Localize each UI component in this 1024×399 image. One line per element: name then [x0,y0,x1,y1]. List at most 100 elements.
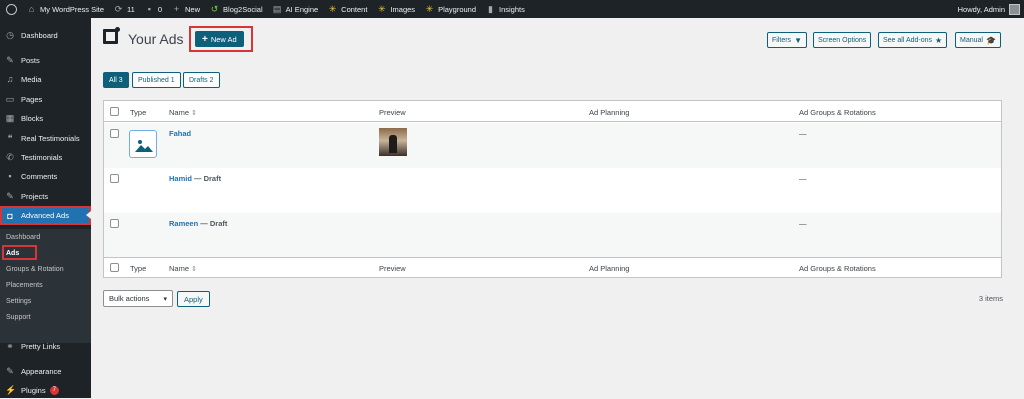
column-preview-footer: Preview [379,264,406,273]
site-name-link[interactable]: ⌂ My WordPress Site [22,0,109,18]
row-checkbox[interactable] [110,174,119,183]
sidebar-item-advanced-ads[interactable]: ◘ Advanced Ads [0,206,91,225]
ads-table: Type Name ⇕ Preview Ad Planning Ad Groups… [103,100,1002,278]
column-ad-planning: Ad Planning [589,108,630,117]
ad-groups-value: — [799,219,807,228]
page-icon: ▭ [5,94,15,104]
sidebar-item-dashboard[interactable]: ◷ Dashboard [0,26,91,44]
brush-icon: ✎ [6,366,14,376]
sidebar-item-pretty-links[interactable]: ⚭ Pretty Links [0,337,91,355]
pin-icon: ✎ [6,191,14,201]
row-checkbox[interactable] [110,129,119,138]
dashboard-icon: ◷ [6,30,14,40]
bar-chart-icon: ▮ [488,3,493,14]
submenu-support[interactable]: Support [6,314,31,321]
column-ad-groups: Ad Groups & Rotations [799,108,876,117]
ad-groups-value: — [799,129,807,138]
sidebar-item-testimonials[interactable]: ✆ Testimonials [0,148,91,166]
new-ad-button[interactable]: + New Ad [195,31,244,47]
media-icon: ♫ [6,74,14,84]
chevron-down-icon: ▾ [163,295,167,303]
plus-icon: + [173,3,180,14]
account-menu[interactable]: Howdy, Admin [953,0,1024,18]
sidebar-item-blocks[interactable]: ▦ Blocks [0,109,91,127]
sort-icon: ⇕ [191,266,197,273]
blog2social-link[interactable]: ↺ Blog2Social [205,0,268,18]
sidebar-item-plugins[interactable]: ⚡ Plugins 7 [0,381,91,399]
ad-preview-image [379,128,407,156]
see-all-addons-button[interactable]: See all Add-ons ★ [878,32,948,48]
column-ad-groups-footer: Ad Groups & Rotations [799,264,876,273]
column-name[interactable]: Name ⇕ [169,108,197,117]
filters-button[interactable]: Filters ▼ [767,32,807,48]
playground-link[interactable]: ✳ Playground [420,0,481,18]
plugin-icon: ⚡ [5,385,17,395]
comments-link[interactable]: ▪ 0 [140,0,167,18]
pin-icon: ✎ [6,55,14,65]
ad-name-link[interactable]: Rameen — Draft [169,219,227,228]
main-content: Your Ads + New Ad Filters ▼ Screen Options… [91,18,1024,398]
plus-icon: + [202,33,208,45]
sidebar-item-appearance[interactable]: ✎ Appearance [0,362,91,380]
column-type: Type [130,108,147,117]
filter-drafts[interactable]: Drafts 2 [183,72,220,88]
ad-name-link[interactable]: Hamid — Draft [169,174,221,183]
ai-engine-icon: ▤ [272,3,282,14]
admin-sidebar: ◷ Dashboard ✎ Posts ♫ Media ▭ Pages ▦ Blocks … [0,18,91,398]
table-row: Rameen — Draft — [104,213,1001,258]
comment-icon: ▪ [147,3,151,14]
blog2social-icon: ↺ [210,3,219,14]
ads-highlight-box [2,245,37,260]
table-header-row: Type Name ⇕ Preview Ad Planning Ad Groups… [104,101,1001,122]
column-ad-planning-footer: Ad Planning [589,264,630,273]
ad-name-link[interactable]: Fahad [169,129,191,138]
select-all-checkbox-footer[interactable] [110,263,119,272]
sparkle-icon: ✳ [378,3,386,14]
updates-link[interactable]: ⟳ 11 [109,0,140,18]
filter-icon: ▼ [794,35,802,45]
column-preview: Preview [379,108,406,117]
sidebar-item-real-testimonials[interactable]: ❝ Real Testimonials [0,129,91,147]
home-icon: ⌂ [28,3,35,14]
insights-link[interactable]: ▮ Insights [481,0,530,18]
page-title: Your Ads [128,31,184,47]
sparkle-icon: ✳ [328,3,337,14]
sidebar-item-projects[interactable]: ✎ Projects [0,187,91,205]
select-all-checkbox[interactable] [110,107,119,116]
column-name-footer[interactable]: Name ⇕ [169,264,197,273]
row-checkbox[interactable] [110,219,119,228]
refresh-icon: ⟳ [114,3,123,14]
screen-options-button[interactable]: Screen Options [813,32,872,48]
quote-icon: ❝ [7,133,13,143]
submenu-groups-rotation[interactable]: Groups & Rotation [6,266,64,273]
submenu-settings[interactable]: Settings [6,298,31,305]
submenu-dashboard[interactable]: Dashboard [6,234,40,241]
bulk-actions-select[interactable]: Bulk actions ▾ [103,290,173,307]
table-footer-row: Type Name ⇕ Preview Ad Planning Ad Groups… [104,257,1001,277]
ad-groups-value: — [799,174,807,183]
manual-button[interactable]: Manual 🎓 [955,32,1001,48]
blocks-icon: ▦ [5,113,15,123]
column-type-footer: Type [130,264,147,273]
star-icon: ★ [935,35,943,45]
image-ad-type-icon [129,130,157,158]
advanced-ads-icon: ◘ [7,210,13,221]
avatar [1009,3,1020,15]
ai-engine-link[interactable]: ▤ AI Engine [268,0,324,18]
images-link[interactable]: ✳ Images [372,0,420,18]
sidebar-item-pages[interactable]: ▭ Pages [0,90,91,108]
sidebar-item-media[interactable]: ♫ Media [0,70,91,88]
apply-button[interactable]: Apply [177,291,210,307]
table-row: Fahad — [104,123,1001,168]
content-link[interactable]: ✳ Content [323,0,372,18]
sidebar-item-posts[interactable]: ✎ Posts [0,51,91,69]
admin-bar: ⌂ My WordPress Site ⟳ 11 ▪ 0 + New ↺ Blog2Soc… [0,0,1024,18]
testimonial-icon: ✆ [6,152,14,162]
new-content-link[interactable]: + New [167,0,205,18]
sparkle-icon: ✳ [425,3,434,14]
sidebar-item-comments[interactable]: ▪ Comments [0,167,91,185]
filter-all[interactable]: All 3 [103,72,129,88]
wordpress-logo-icon[interactable] [0,0,22,18]
filter-published[interactable]: Published 1 [132,72,181,88]
submenu-placements[interactable]: Placements [6,282,43,289]
